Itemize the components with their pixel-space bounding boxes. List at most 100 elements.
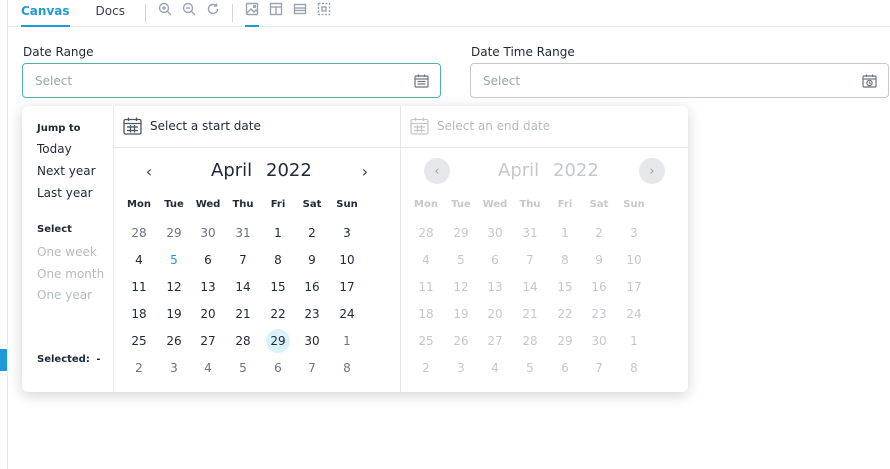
date-range-picker-popup: Jump to Today Next year Last year Select… bbox=[22, 106, 688, 392]
reset-zoom-icon[interactable] bbox=[203, 0, 223, 27]
calendar-day[interactable]: 8 bbox=[264, 249, 292, 271]
calendar-day[interactable]: 30 bbox=[298, 330, 326, 352]
calendar-day[interactable]: 27 bbox=[194, 330, 222, 352]
calendar-day[interactable]: 15 bbox=[264, 276, 292, 298]
weekday-header: Mon bbox=[414, 199, 438, 210]
calendar-day[interactable]: 1 bbox=[264, 222, 292, 244]
left-edge-marker[interactable] bbox=[0, 349, 7, 371]
calendar-day[interactable]: 4 bbox=[125, 249, 153, 271]
end-date-title: Select an end date bbox=[437, 119, 551, 133]
start-year-label[interactable]: 2022 bbox=[266, 160, 312, 181]
calendar-day[interactable]: 16 bbox=[298, 276, 326, 298]
calendar-day[interactable]: 26 bbox=[160, 330, 188, 352]
calendar-day[interactable]: 17 bbox=[333, 276, 361, 298]
calendar-day: 17 bbox=[626, 280, 642, 294]
calendar-day-outside-month[interactable]: 8 bbox=[333, 357, 361, 379]
calendar-day-outside-month: 7 bbox=[595, 361, 603, 375]
end-month-label: April bbox=[498, 160, 540, 181]
calendar-day: 21 bbox=[522, 307, 538, 321]
prev-month-button[interactable]: ‹ bbox=[136, 158, 162, 184]
calendar-day-outside-month[interactable]: 2 bbox=[125, 357, 153, 379]
calendar-day: 26 bbox=[453, 334, 469, 348]
calendar-day-outside-month[interactable]: 3 bbox=[160, 357, 188, 379]
calendar-day: 25 bbox=[418, 334, 434, 348]
jump-to-heading: Jump to bbox=[37, 123, 81, 134]
next-month-button-disabled[interactable]: › bbox=[639, 158, 665, 184]
date-time-range-placeholder: Select bbox=[483, 73, 521, 88]
end-date-calendar: Select an end date ‹ April 2022 › Mon Tue… bbox=[401, 106, 688, 392]
weekday-header: Wed bbox=[482, 199, 508, 210]
calendar-day[interactable]: 18 bbox=[125, 303, 153, 325]
calendar-day[interactable]: 5 bbox=[160, 249, 188, 271]
zoom-in-icon[interactable] bbox=[155, 0, 175, 27]
jump-last-year[interactable]: Last year bbox=[37, 186, 93, 200]
selected-summary: Selected: - bbox=[37, 354, 100, 365]
image-icon[interactable] bbox=[242, 0, 262, 27]
calendar-day[interactable]: 24 bbox=[333, 303, 361, 325]
calendar-day[interactable]: 29 bbox=[266, 329, 290, 353]
calendar-day: 3 bbox=[630, 226, 638, 240]
calendar-day[interactable]: 7 bbox=[229, 249, 257, 271]
calendar-day: 27 bbox=[487, 334, 503, 348]
calendar-day-outside-month[interactable]: 5 bbox=[229, 357, 257, 379]
calendar-day: 14 bbox=[522, 280, 538, 294]
calendar-day-outside-month: 29 bbox=[453, 226, 469, 240]
calendar-day-outside-month[interactable]: 30 bbox=[194, 222, 222, 244]
calendar-day: 20 bbox=[487, 307, 503, 321]
layout-icon[interactable] bbox=[266, 0, 286, 27]
calendar-day[interactable]: 20 bbox=[194, 303, 222, 325]
calendar-day[interactable]: 2 bbox=[298, 222, 326, 244]
calendar-day-outside-month[interactable]: 29 bbox=[160, 222, 188, 244]
calendar-day[interactable]: 19 bbox=[160, 303, 188, 325]
weekday-header: Fri bbox=[270, 199, 286, 210]
calendar-day-outside-month[interactable]: 4 bbox=[194, 357, 222, 379]
date-time-range-label: Date Time Range bbox=[471, 45, 575, 59]
calendar-day[interactable]: 11 bbox=[125, 276, 153, 298]
calendar-day-outside-month[interactable]: 6 bbox=[264, 357, 292, 379]
calendar-day-outside-month[interactable]: 1 bbox=[333, 330, 361, 352]
calendar-clock-icon[interactable] bbox=[862, 74, 877, 91]
calendar-day[interactable]: 12 bbox=[160, 276, 188, 298]
zoom-out-icon[interactable] bbox=[179, 0, 199, 27]
date-time-range-input[interactable]: Select bbox=[470, 63, 889, 98]
frame-icon[interactable] bbox=[314, 0, 334, 27]
calendar-day-outside-month: 28 bbox=[418, 226, 434, 240]
select-one-year[interactable]: One year bbox=[37, 288, 92, 302]
prev-month-button-disabled[interactable]: ‹ bbox=[424, 158, 450, 184]
calendar-icon bbox=[410, 117, 429, 139]
calendar-day[interactable]: 14 bbox=[229, 276, 257, 298]
calendar-icon[interactable] bbox=[414, 74, 429, 91]
calendar-day[interactable]: 13 bbox=[194, 276, 222, 298]
grid-icon[interactable] bbox=[290, 0, 310, 27]
calendar-day: 18 bbox=[418, 307, 434, 321]
calendar-day[interactable]: 3 bbox=[333, 222, 361, 244]
calendar-day-outside-month[interactable]: 28 bbox=[125, 222, 153, 244]
start-date-calendar: Select a start date ‹ April 2022 › Mon Tu… bbox=[114, 106, 401, 392]
jump-today[interactable]: Today bbox=[37, 142, 72, 156]
calendar-day[interactable]: 23 bbox=[298, 303, 326, 325]
calendar-day[interactable]: 28 bbox=[229, 330, 257, 352]
calendar-day[interactable]: 22 bbox=[264, 303, 292, 325]
calendar-day: 15 bbox=[557, 280, 573, 294]
next-month-button[interactable]: › bbox=[352, 158, 378, 184]
select-one-month[interactable]: One month bbox=[37, 267, 104, 281]
calendar-day: 5 bbox=[457, 253, 465, 267]
tab-canvas[interactable]: Canvas bbox=[8, 0, 83, 27]
calendar-day-outside-month[interactable]: 7 bbox=[298, 357, 326, 379]
calendar-day[interactable]: 10 bbox=[333, 249, 361, 271]
calendar-day: 7 bbox=[526, 253, 534, 267]
calendar-day-outside-month[interactable]: 31 bbox=[229, 222, 257, 244]
calendar-day-outside-month: 5 bbox=[526, 361, 534, 375]
start-month-label[interactable]: April bbox=[211, 160, 252, 181]
calendar-day[interactable]: 9 bbox=[298, 249, 326, 271]
jump-next-year[interactable]: Next year bbox=[37, 164, 96, 178]
select-one-week[interactable]: One week bbox=[37, 245, 97, 259]
tab-docs[interactable]: Docs bbox=[83, 0, 138, 27]
date-range-input[interactable]: Select bbox=[22, 63, 441, 98]
calendar-day-outside-month: 3 bbox=[457, 361, 465, 375]
weekday-header: Wed bbox=[195, 199, 221, 210]
calendar-day[interactable]: 25 bbox=[125, 330, 153, 352]
calendar-day-outside-month: 8 bbox=[630, 361, 638, 375]
calendar-day[interactable]: 21 bbox=[229, 303, 257, 325]
calendar-day[interactable]: 6 bbox=[194, 249, 222, 271]
